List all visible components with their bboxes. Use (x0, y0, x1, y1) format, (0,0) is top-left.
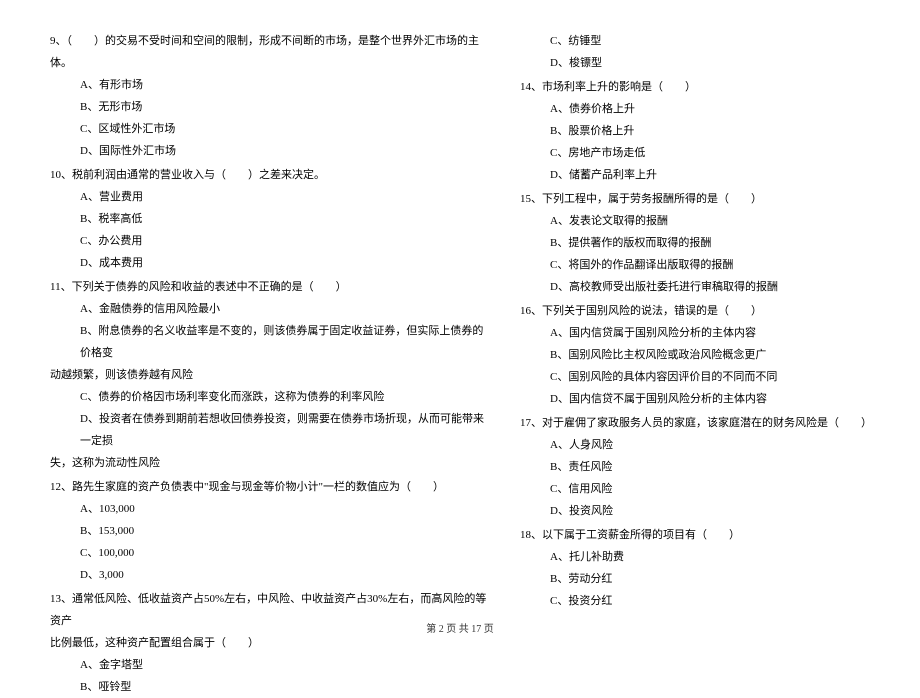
q14-option-d: D、储蓄产品利率上升 (520, 164, 880, 186)
q13-option-c: C、纺锤型 (520, 30, 880, 52)
q11-option-c: C、债券的价格因市场利率变化而涨跌，这称为债券的利率风险 (50, 386, 490, 408)
q11-option-d-line1: D、投资者在债券到期前若想收回债券投资，则需要在债券市场折现，从而可能带来一定损 (50, 408, 490, 452)
question-10: 10、税前利润由通常的营业收入与（ ）之差来决定。 A、营业费用 B、税率高低 … (50, 164, 490, 274)
q18-option-c: C、投资分红 (520, 590, 880, 612)
q18-option-a: A、托儿补助费 (520, 546, 880, 568)
q17-option-b: B、责任风险 (520, 456, 880, 478)
q10-option-a: A、营业费用 (50, 186, 490, 208)
q12-text: 12、路先生家庭的资产负债表中"现金与现金等价物小计"一栏的数值应为（ ） (50, 476, 490, 498)
q17-option-d: D、投资风险 (520, 500, 880, 522)
q17-text: 17、对于雇佣了家政服务人员的家庭，该家庭潜在的财务风险是（ ） (520, 412, 880, 434)
q16-text: 16、下列关于国别风险的说法，错误的是（ ） (520, 300, 880, 322)
q11-option-d-line2: 失，这称为流动性风险 (50, 452, 490, 474)
q14-text: 14、市场利率上升的影响是（ ） (520, 76, 880, 98)
q10-option-b: B、税率高低 (50, 208, 490, 230)
q16-option-c: C、国别风险的具体内容因评价目的不同而不同 (520, 366, 880, 388)
q13-option-a: A、金字塔型 (50, 654, 490, 676)
q15-text: 15、下列工程中，属于劳务报酬所得的是（ ） (520, 188, 880, 210)
q18-text: 18、以下属于工资薪金所得的项目有（ ） (520, 524, 880, 546)
q11-text: 11、下列关于债券的风险和收益的表述中不正确的是（ ） (50, 276, 490, 298)
content-columns: 9、（ ）的交易不受时间和空间的限制，形成不间断的市场，是整个世界外汇市场的主体… (50, 30, 880, 610)
question-15: 15、下列工程中，属于劳务报酬所得的是（ ） A、发表论文取得的报酬 B、提供著… (520, 188, 880, 298)
q10-text: 10、税前利润由通常的营业收入与（ ）之差来决定。 (50, 164, 490, 186)
q13-option-d: D、梭镖型 (520, 52, 880, 74)
left-column: 9、（ ）的交易不受时间和空间的限制，形成不间断的市场，是整个世界外汇市场的主体… (50, 30, 490, 610)
q16-option-b: B、国别风险比主权风险或政治风险概念更广 (520, 344, 880, 366)
q9-option-c: C、区域性外汇市场 (50, 118, 490, 140)
q12-option-d: D、3,000 (50, 564, 490, 586)
q14-option-a: A、债券价格上升 (520, 98, 880, 120)
page-footer: 第 2 页 共 17 页 (0, 620, 920, 635)
q13-text-line2: 比例最低，这种资产配置组合属于（ ） (50, 632, 490, 654)
question-13: 13、通常低风险、低收益资产占50%左右，中风险、中收益资产占30%左右，而高风… (50, 588, 490, 698)
question-18: 18、以下属于工资薪金所得的项目有（ ） A、托儿补助费 B、劳动分红 C、投资… (520, 524, 880, 612)
q14-option-b: B、股票价格上升 (520, 120, 880, 142)
q12-option-b: B、153,000 (50, 520, 490, 542)
q9-option-a: A、有形市场 (50, 74, 490, 96)
q15-option-b: B、提供著作的版权而取得的报酬 (520, 232, 880, 254)
q11-option-b-line1: B、附息债券的名义收益率是不变的，则该债券属于固定收益证券，但实际上债券的价格变 (50, 320, 490, 364)
q17-option-c: C、信用风险 (520, 478, 880, 500)
question-17: 17、对于雇佣了家政服务人员的家庭，该家庭潜在的财务风险是（ ） A、人身风险 … (520, 412, 880, 522)
question-9: 9、（ ）的交易不受时间和空间的限制，形成不间断的市场，是整个世界外汇市场的主体… (50, 30, 490, 162)
q11-option-b-line2: 动越频繁，则该债券越有风险 (50, 364, 490, 386)
q10-option-d: D、成本费用 (50, 252, 490, 274)
q15-option-d: D、高校教师受出版社委托进行审稿取得的报酬 (520, 276, 880, 298)
question-14: 14、市场利率上升的影响是（ ） A、债券价格上升 B、股票价格上升 C、房地产… (520, 76, 880, 186)
q15-option-c: C、将国外的作品翻译出版取得的报酬 (520, 254, 880, 276)
q9-text: 9、（ ）的交易不受时间和空间的限制，形成不间断的市场，是整个世界外汇市场的主体… (50, 30, 490, 74)
q11-option-a: A、金融债券的信用风险最小 (50, 298, 490, 320)
q9-option-d: D、国际性外汇市场 (50, 140, 490, 162)
question-12: 12、路先生家庭的资产负债表中"现金与现金等价物小计"一栏的数值应为（ ） A、… (50, 476, 490, 586)
q9-option-b: B、无形市场 (50, 96, 490, 118)
q15-option-a: A、发表论文取得的报酬 (520, 210, 880, 232)
q17-option-a: A、人身风险 (520, 434, 880, 456)
right-column: C、纺锤型 D、梭镖型 14、市场利率上升的影响是（ ） A、债券价格上升 B、… (520, 30, 880, 610)
q10-option-c: C、办公费用 (50, 230, 490, 252)
q14-option-c: C、房地产市场走低 (520, 142, 880, 164)
q12-option-a: A、103,000 (50, 498, 490, 520)
question-16: 16、下列关于国别风险的说法，错误的是（ ） A、国内信贷属于国别风险分析的主体… (520, 300, 880, 410)
q18-option-b: B、劳动分红 (520, 568, 880, 590)
question-13-cont: C、纺锤型 D、梭镖型 (520, 30, 880, 74)
question-11: 11、下列关于债券的风险和收益的表述中不正确的是（ ） A、金融债券的信用风险最… (50, 276, 490, 474)
q16-option-a: A、国内信贷属于国别风险分析的主体内容 (520, 322, 880, 344)
q13-option-b: B、哑铃型 (50, 676, 490, 698)
q12-option-c: C、100,000 (50, 542, 490, 564)
q16-option-d: D、国内信贷不属于国别风险分析的主体内容 (520, 388, 880, 410)
